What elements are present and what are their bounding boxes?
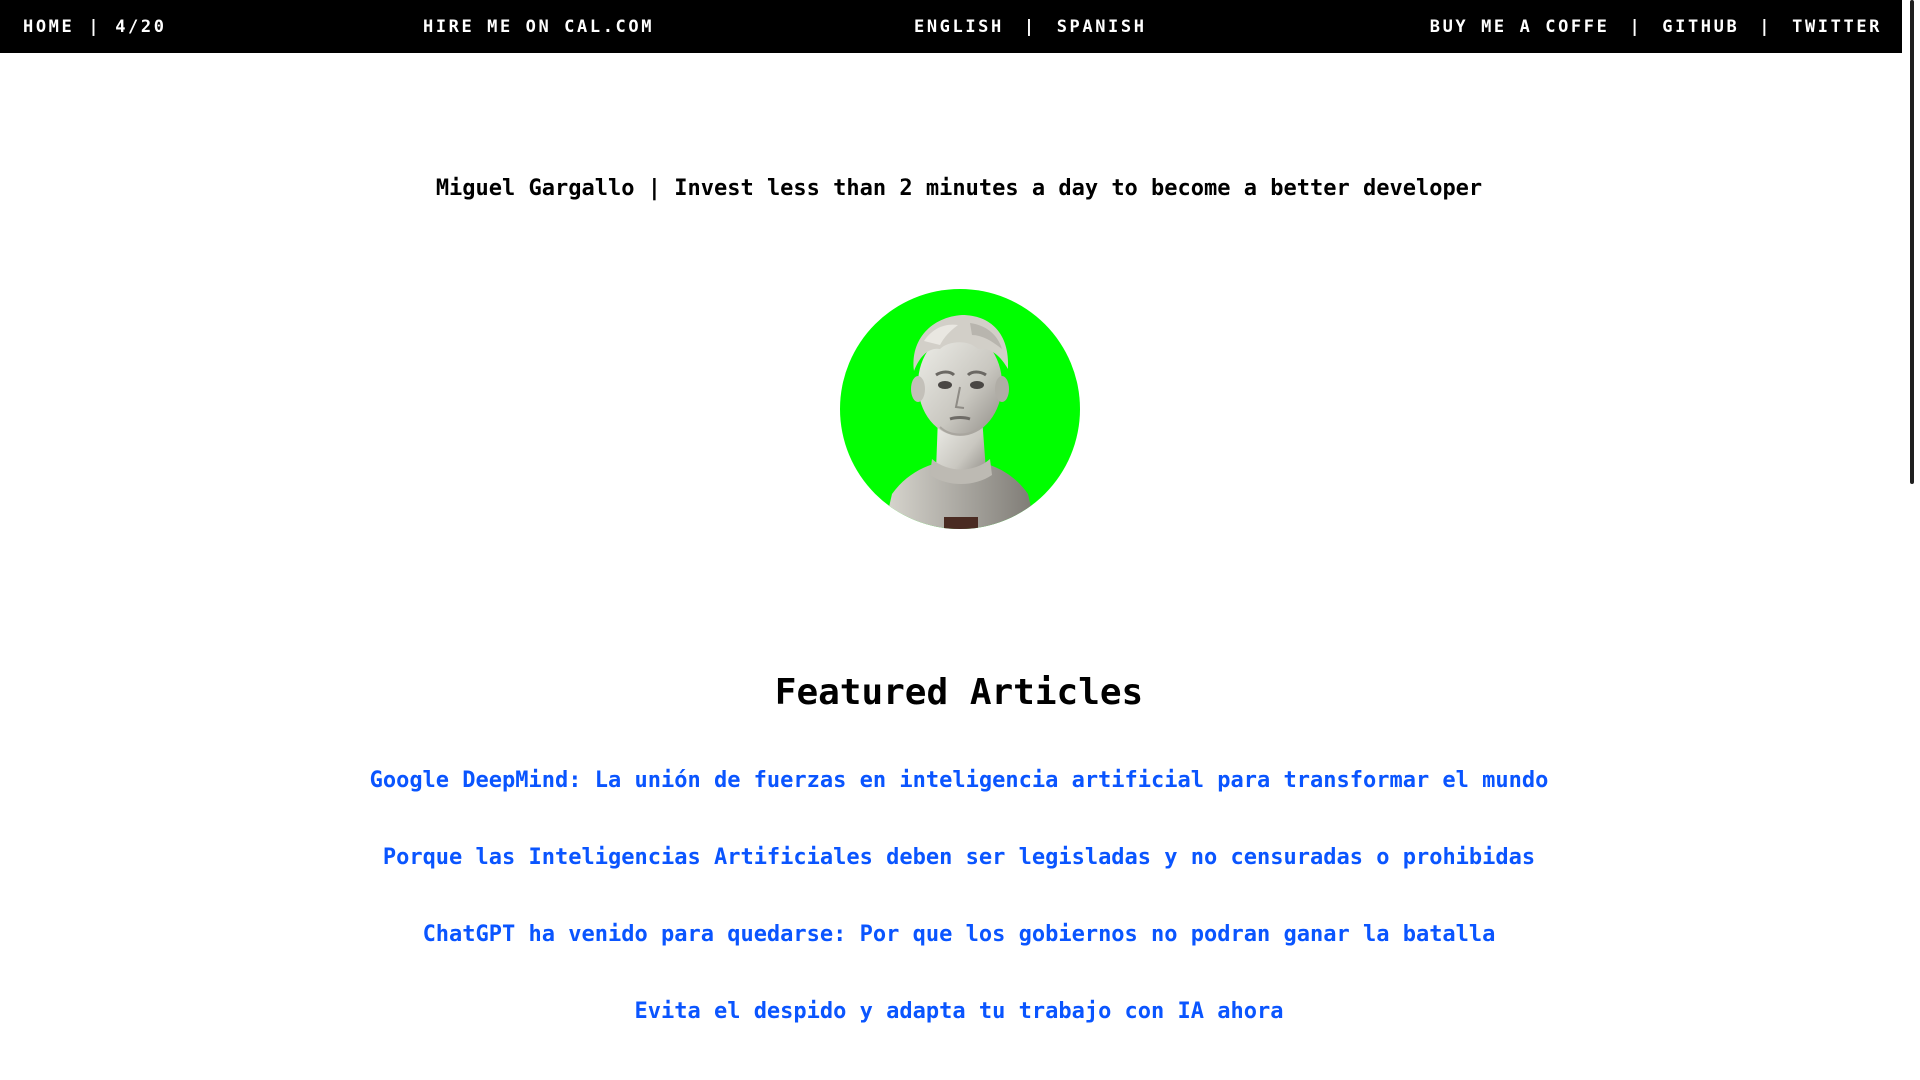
nav-separator: |	[88, 16, 102, 37]
list-item: Evita el despido y adapta tu trabajo con…	[0, 999, 1918, 1076]
page-counter: 4/20	[115, 16, 167, 37]
nav-hire-group: HIRE ME ON CAL.COM	[423, 0, 654, 53]
article-link[interactable]: ChatGPT ha venido para quedarse: Por que…	[423, 922, 1496, 947]
nav-hire-link[interactable]: HIRE ME ON CAL.COM	[423, 17, 654, 37]
content-area: HOME | 4/20 HIRE ME ON CAL.COM ENGLISH |…	[0, 0, 1918, 1080]
page: HOME | 4/20 HIRE ME ON CAL.COM ENGLISH |…	[0, 0, 1920, 1080]
list-item: Google DeepMind: La unión de fuerzas en …	[0, 768, 1918, 845]
nav-english-link[interactable]: ENGLISH	[914, 17, 1004, 37]
nav-separator: |	[1023, 16, 1037, 37]
nav-separator: |	[1629, 16, 1643, 37]
featured-articles-heading: Featured Articles	[774, 672, 1144, 713]
article-link[interactable]: Evita el despido y adapta tu trabajo con…	[634, 999, 1283, 1024]
nav-twitter-link[interactable]: TWITTER	[1792, 17, 1882, 37]
nav-home-group: HOME | 4/20	[23, 0, 167, 53]
nav-social-group: BUY ME A COFFE | GITHUB | TWITTER	[1430, 0, 1882, 53]
nav-spanish-link[interactable]: SPANISH	[1057, 17, 1147, 37]
nav-home-link[interactable]: HOME	[23, 17, 74, 37]
page-tagline: Miguel Gargallo | Invest less than 2 min…	[435, 176, 1483, 201]
list-item: Porque las Inteligencias Artificiales de…	[0, 845, 1918, 922]
featured-articles-list: Google DeepMind: La unión de fuerzas en …	[0, 768, 1918, 1076]
nav-separator: |	[1759, 16, 1773, 37]
list-item: ChatGPT ha venido para quedarse: Por que…	[0, 922, 1918, 999]
marble-bust-portrait-icon	[884, 315, 1036, 529]
vertical-scrollbar[interactable]	[1902, 0, 1920, 1080]
scrollbar-thumb[interactable]	[1910, 0, 1914, 484]
top-nav: HOME | 4/20 HIRE ME ON CAL.COM ENGLISH |…	[0, 0, 1918, 53]
nav-language-group: ENGLISH | SPANISH	[914, 0, 1147, 53]
article-link[interactable]: Google DeepMind: La unión de fuerzas en …	[370, 768, 1549, 793]
nav-github-link[interactable]: GITHUB	[1662, 17, 1739, 37]
article-link[interactable]: Porque las Inteligencias Artificiales de…	[383, 845, 1535, 870]
nav-coffee-link[interactable]: BUY ME A COFFE	[1430, 17, 1610, 37]
avatar	[840, 289, 1080, 529]
